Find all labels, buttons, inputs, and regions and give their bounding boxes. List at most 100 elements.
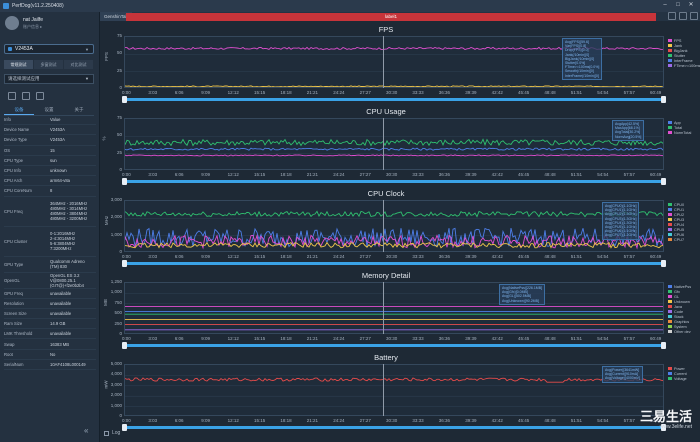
info-key: CPU Info	[4, 168, 21, 174]
user-profile[interactable]: nat Jailfe 账户信息 ▸	[5, 16, 43, 30]
slider-handle-end[interactable]	[661, 342, 666, 349]
info-value: unknown	[50, 168, 67, 174]
legend-swatch	[668, 320, 672, 323]
info-row: Info Value	[4, 115, 96, 126]
y-tick-label: 0	[119, 85, 122, 90]
x-tick-label: 15:15	[254, 254, 266, 259]
y-tick-label: 50	[116, 50, 122, 56]
y-tick-label: 0	[119, 167, 122, 172]
x-tick-label: 57:57	[623, 254, 635, 259]
device-select[interactable]: V2453A ▼	[4, 44, 94, 54]
x-tick-label: 36:36	[438, 418, 451, 423]
legend-swatch	[668, 290, 672, 293]
perfdog-window: PerfDog(v11.2.250408) – □ ✕ nat Jailfe 账…	[0, 0, 700, 442]
log-toggle[interactable]: Log	[104, 430, 120, 436]
legend-item[interactable]: CPU7	[668, 237, 684, 242]
plot-area[interactable]	[124, 282, 664, 334]
label-bar[interactable]: label1	[126, 13, 656, 21]
collapse-panel-icon[interactable]: «	[84, 426, 88, 435]
time-cursor[interactable]	[383, 118, 384, 170]
legend-swatch	[668, 330, 672, 333]
legend-item[interactable]: NormTotal	[668, 130, 691, 135]
x-tick-label: 6:06	[174, 336, 184, 341]
slider-handle-end[interactable]	[661, 260, 666, 267]
time-range-slider[interactable]	[122, 260, 666, 267]
tab-about[interactable]: 关于	[64, 107, 94, 115]
time-cursor[interactable]	[383, 364, 384, 416]
y-tick-label: 0	[119, 331, 122, 336]
x-tick-label: 33:33	[412, 90, 424, 95]
account-info-link[interactable]: 账户信息 ▸	[23, 24, 43, 30]
avatar[interactable]	[5, 16, 19, 30]
legend-item[interactable]: Voltage	[668, 376, 687, 381]
slider-handle-start[interactable]	[122, 178, 127, 185]
screenshot-icon[interactable]	[8, 92, 16, 100]
slider-handle-end[interactable]	[661, 96, 666, 103]
legend-label: Java	[674, 304, 683, 309]
slider-handle-start[interactable]	[122, 342, 127, 349]
upload-icon[interactable]	[679, 12, 687, 20]
time-cursor[interactable]	[383, 36, 384, 88]
log-checkbox[interactable]	[104, 430, 109, 436]
x-tick-label: 21:21	[306, 172, 319, 177]
x-tick-label: 45:45	[518, 172, 530, 177]
info-value: unavailable	[50, 290, 72, 296]
legend-label: Voltage	[674, 376, 687, 381]
info-row: Root No	[4, 350, 96, 360]
y-tick-label: 1,000	[110, 289, 122, 295]
tab-normal-test[interactable]: 常规测试	[4, 60, 33, 69]
legend-item[interactable]: FTime>=100ms	[668, 63, 700, 68]
x-tick-label: 6:06	[174, 90, 184, 95]
legend-swatch	[668, 121, 672, 124]
stats-box: Avg(Power)[3641mW] Avg(Current)[910mA] A…	[602, 366, 643, 383]
legend-item[interactable]: Other dev	[668, 329, 691, 334]
list-icon[interactable]	[690, 12, 698, 20]
folder-icon[interactable]	[668, 12, 676, 20]
plot-area[interactable]	[124, 364, 664, 416]
x-tick-label: 33:33	[412, 254, 424, 259]
tab-compare-test[interactable]: 对比测试	[64, 60, 93, 69]
close-button[interactable]: ✕	[686, 1, 696, 10]
x-tick-label: 30:30	[386, 336, 398, 341]
legend-swatch	[668, 285, 672, 288]
info-value: Qualcomm Adreno (TM) 830	[50, 259, 85, 269]
info-row: CPU CoreNum 8	[4, 186, 96, 197]
slider-handle-end[interactable]	[661, 178, 666, 185]
plot-area[interactable]	[124, 118, 664, 170]
time-range-slider[interactable]	[122, 96, 666, 103]
x-tick-label: 27:27	[359, 254, 371, 259]
tab-settings[interactable]: 设置	[34, 107, 64, 115]
legend-swatch	[668, 59, 672, 62]
tab-device[interactable]: 设备	[4, 107, 34, 115]
time-range-slider[interactable]	[122, 424, 666, 431]
series-line-normtotal	[125, 154, 663, 157]
time-cursor[interactable]	[383, 282, 384, 334]
chart-panel-memory-detail: Memory Detail MB 1,250 1,000 750 500 250 0 Avg(N…	[103, 270, 668, 350]
slider-handle-start[interactable]	[122, 260, 127, 267]
x-tick-label: 3:03	[148, 172, 158, 177]
refresh-icon[interactable]	[36, 92, 44, 100]
maximize-button[interactable]: □	[673, 1, 683, 10]
slider-handle-start[interactable]	[122, 424, 127, 431]
time-cursor[interactable]	[383, 200, 384, 252]
time-range-slider[interactable]	[122, 342, 666, 349]
minimize-button[interactable]: –	[660, 1, 670, 10]
chart-title: CPU Clock	[367, 189, 405, 198]
x-tick-label: 54:54	[597, 172, 609, 177]
legend-swatch	[668, 238, 672, 241]
chart-title: FPS	[378, 25, 394, 34]
info-row: Swap 16383 MB	[4, 339, 96, 350]
plot-area[interactable]	[124, 200, 664, 252]
device-name: V2453A	[15, 46, 33, 52]
app-select[interactable]: 请选择测试应用 ▼	[4, 74, 94, 84]
legend-swatch	[668, 213, 672, 216]
slider-handle-start[interactable]	[122, 96, 127, 103]
info-key: CPU Arch	[4, 178, 23, 184]
x-tick-label: 18:18	[280, 172, 292, 177]
settings-icon[interactable]	[22, 92, 30, 100]
tool-row	[8, 92, 44, 100]
time-range-slider[interactable]	[122, 178, 666, 185]
legend-label: Power	[674, 366, 685, 371]
info-key: OpenGL	[4, 277, 20, 283]
tab-multi-window-test[interactable]: 多窗测试	[34, 60, 63, 69]
